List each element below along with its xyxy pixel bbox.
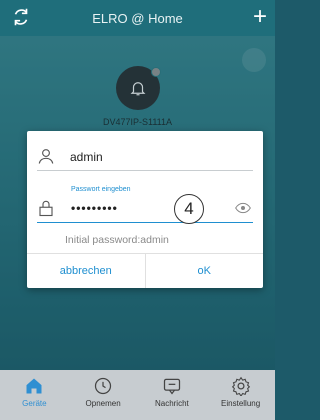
nav-label: Geräte: [22, 399, 47, 408]
password-label: Passwort eingeben: [71, 186, 131, 193]
username-field[interactable]: admin: [37, 145, 253, 171]
app-header: ELRO @ Home +: [0, 0, 275, 36]
nav-label: Nachricht: [154, 399, 189, 408]
eye-icon[interactable]: [235, 202, 251, 214]
message-icon: [163, 378, 180, 395]
nav-item-devices[interactable]: Geräte: [0, 370, 69, 420]
app-title: ELRO @ Home: [92, 10, 183, 26]
nav-item-settings[interactable]: Einstellung: [206, 370, 275, 420]
cancel-button[interactable]: abbrechen: [27, 254, 145, 288]
clock-icon: [95, 377, 112, 395]
gear-icon: [231, 376, 250, 396]
user-icon: [38, 149, 54, 164]
password-field[interactable]: •••••••••: [37, 195, 253, 223]
password-hint: Initial password:admin: [65, 234, 169, 246]
nav-item-messages[interactable]: Nachricht: [138, 370, 207, 420]
password-value: •••••••••: [71, 201, 118, 215]
nav-label: Opnemen: [85, 399, 121, 408]
refresh-icon[interactable]: [10, 6, 32, 28]
add-device-button[interactable]: +: [253, 3, 267, 31]
lock-icon: [39, 200, 53, 217]
app-screen: ELRO @ Home + DV477IP-S1111A admin Passw…: [0, 0, 275, 420]
ok-button[interactable]: oK: [146, 254, 264, 288]
step-marker: 4: [174, 194, 204, 224]
dialog-buttons: abbrechen oK: [27, 253, 263, 288]
home-icon: [26, 378, 42, 394]
bottom-nav: Geräte Opnemen Nachricht Einstellung: [0, 370, 275, 420]
username-value: admin: [70, 150, 103, 164]
login-dialog: admin Passwort eingeben ••••••••• 4 Init…: [27, 131, 263, 288]
nav-label: Einstellung: [221, 399, 261, 408]
nav-item-recordings[interactable]: Opnemen: [69, 370, 138, 420]
